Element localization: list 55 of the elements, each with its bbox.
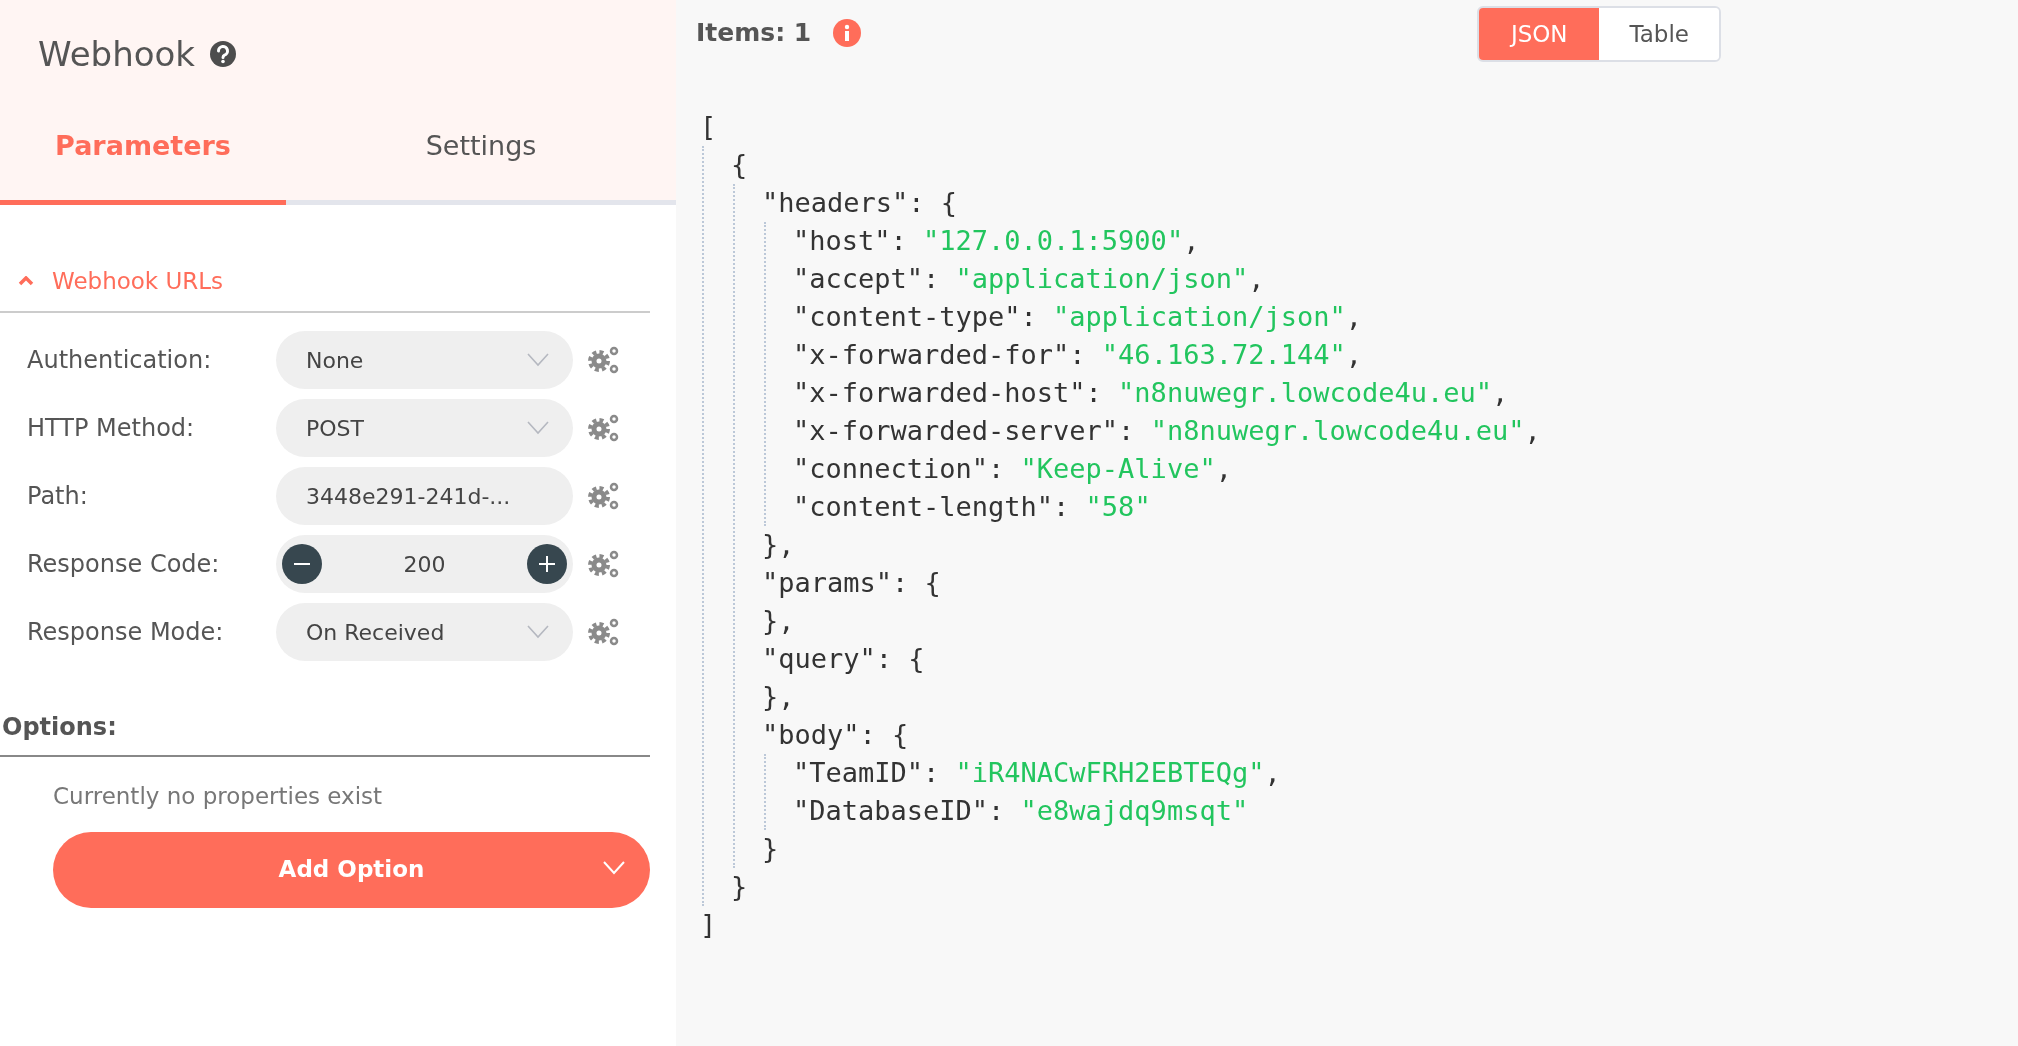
view-toggle-button[interactable]: Table (1599, 8, 1720, 60)
field-label: Path: (27, 481, 89, 512)
json-line: "headers": { (762, 186, 959, 220)
field-label: Response Mode: (27, 617, 225, 648)
json-line: "connection": "Keep-Alive", (793, 452, 1233, 486)
input-field[interactable]: 3448e291-241d-... (276, 467, 573, 525)
json-line: "content-length": "58" (793, 490, 1152, 524)
select-field[interactable]: None (276, 331, 573, 389)
json-line: [ (700, 110, 718, 144)
gears-icon[interactable] (587, 413, 621, 443)
field-label: Authentication: (27, 345, 213, 376)
json-line: "DatabaseID": "e8wajdq9msqt" (793, 794, 1250, 828)
json-line: "x-forwarded-for": "46.163.72.144", (793, 338, 1363, 372)
options-heading: Options: (0, 661, 650, 757)
json-line: "x-forwarded-server": "n8nuwegr.lowcode4u.eu", (793, 414, 1542, 448)
empty-message: Currently no properties exist (52, 782, 384, 811)
select-field[interactable]: POST (276, 399, 573, 457)
json-line: }, (762, 604, 796, 638)
chevron-down-icon (527, 625, 549, 639)
json-line: "x-forwarded-host": "n8nuwegr.lowcode4u.eu", (793, 376, 1510, 410)
json-line: { (731, 148, 749, 182)
gears-icon[interactable] (587, 617, 621, 647)
json-line: "query": { (762, 642, 926, 676)
json-line: }, (762, 528, 796, 562)
plus-icon (537, 554, 557, 574)
help-icon[interactable] (208, 40, 237, 68)
chevron-icon[interactable] (18, 276, 34, 286)
minus-icon (294, 563, 310, 565)
json-line: "TeamID": "iR4NACwFRH2EBTEQg", (793, 756, 1282, 790)
gears-icon[interactable] (587, 481, 621, 511)
number-value: 200 (403, 550, 446, 579)
info-icon[interactable] (833, 19, 862, 47)
tab[interactable]: Settings (286, 86, 676, 205)
json-line: "accept": "application/json", (793, 262, 1266, 296)
json-line: "host": "127.0.0.1:5900", (793, 224, 1201, 258)
json-line: }, (762, 680, 796, 714)
chevron-down-icon (527, 421, 549, 435)
field-label: Response Code: (27, 549, 221, 580)
chevron-down-icon (602, 859, 626, 876)
increment-button[interactable] (527, 544, 567, 584)
chevron-down-icon (527, 353, 549, 367)
json-line: } (731, 870, 749, 904)
items-count: Items: 1 (696, 17, 812, 50)
gears-icon[interactable] (587, 345, 621, 375)
decrement-button[interactable] (282, 544, 322, 584)
gears-icon[interactable] (587, 549, 621, 579)
json-line: "content-type": "application/json", (793, 300, 1363, 334)
field-label: HTTP Method: (27, 413, 196, 444)
json-line: } (762, 832, 780, 866)
json-line: "body": { (762, 718, 910, 752)
select-field[interactable]: On Received (276, 603, 573, 661)
number-field[interactable]: 200 (276, 535, 573, 593)
json-line: "params": { (762, 566, 942, 600)
node-title: Webhook (38, 32, 195, 76)
json-line: ] (700, 908, 718, 942)
